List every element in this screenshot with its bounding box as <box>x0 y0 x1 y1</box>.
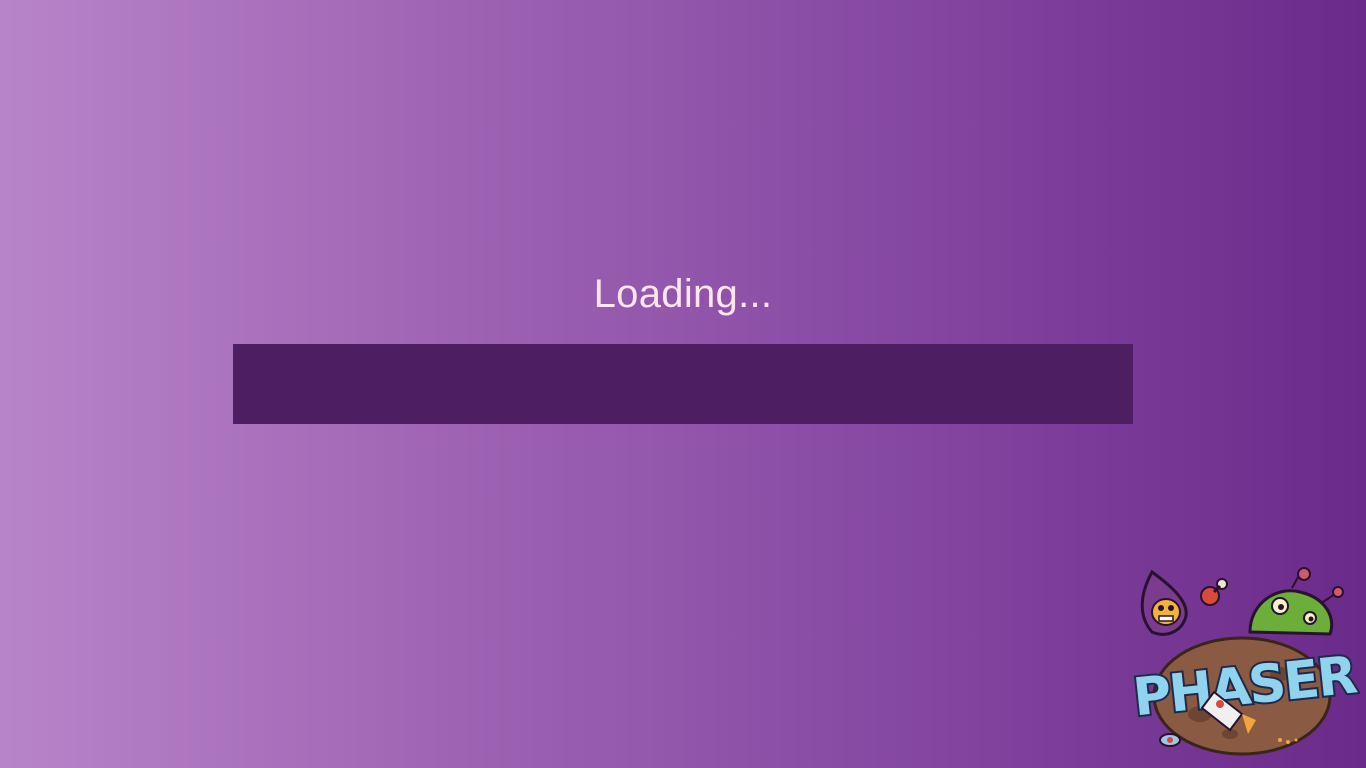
purple-alien-icon <box>1140 569 1188 636</box>
green-alien-icon <box>1248 567 1344 636</box>
ray-gun-icon <box>1200 578 1228 606</box>
phaser-logo: PHASER <box>1130 567 1360 756</box>
loading-screen: Loading... PHASER <box>0 0 1366 768</box>
progress-bar <box>233 344 1133 424</box>
loading-label: Loading... <box>593 272 773 316</box>
satellite-icon <box>1159 733 1181 747</box>
